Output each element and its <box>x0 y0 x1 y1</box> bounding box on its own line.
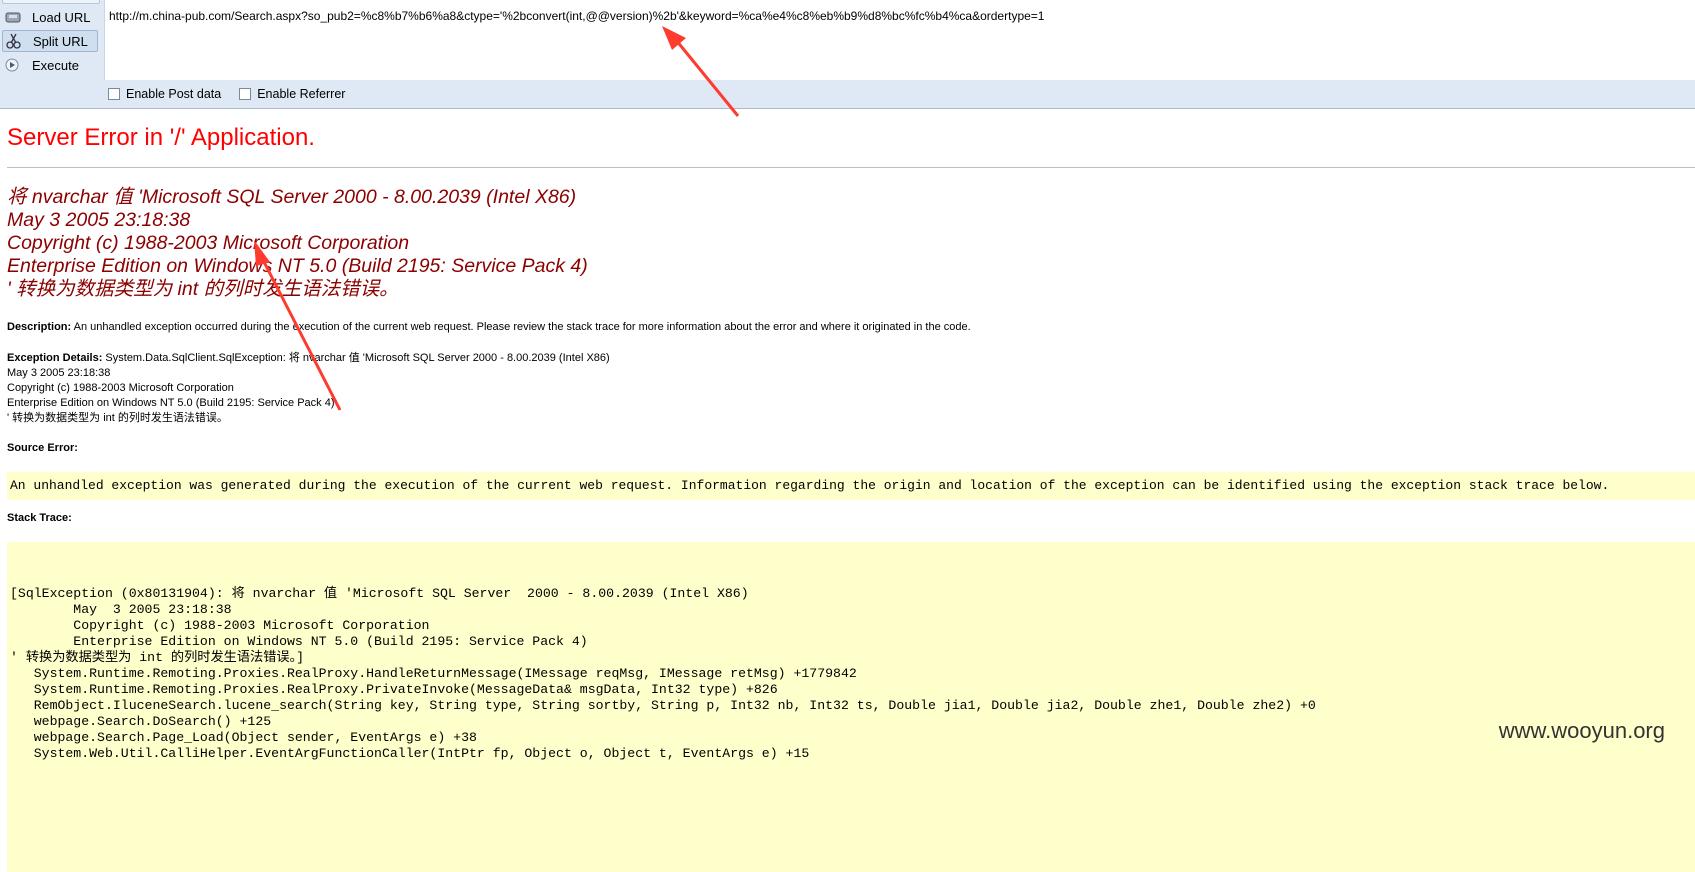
enable-post-label: Enable Post data <box>126 87 222 101</box>
description-label: Description: <box>7 321 72 333</box>
exception-line: May 3 2005 23:18:38 <box>7 367 111 379</box>
watermark: www.wooyun.org <box>1494 718 1669 744</box>
exception-line: System.Data.SqlClient.SqlException: 将 nv… <box>105 352 610 364</box>
stack-line: RemObject.IluceneSearch.lucene_search(St… <box>10 698 1316 713</box>
error-line: ' 转换为数据类型为 int 的列时发生语法错误。 <box>7 278 399 300</box>
stack-line: May 3 2005 23:18:38 <box>10 602 232 617</box>
execute-label: Execute <box>32 57 79 73</box>
hackbar-toolbar: Load URL Split URL Execute http://m.chin… <box>0 0 1695 108</box>
stack-line: Enterprise Edition on Windows NT 5.0 (Bu… <box>10 634 588 649</box>
error-line: May 3 2005 23:18:38 <box>7 209 191 231</box>
error-message: 将 nvarchar 值 'Microsoft SQL Server 2000 … <box>7 186 588 301</box>
split-url-button[interactable]: Split URL <box>2 30 98 52</box>
play-icon <box>4 57 22 73</box>
enable-post-checkbox[interactable] <box>108 88 120 100</box>
stack-line: Copyright (c) 1988-2003 Microsoft Corpor… <box>10 618 430 633</box>
error-line: Copyright (c) 1988-2003 Microsoft Corpor… <box>7 232 410 254</box>
toolbar-cut-button[interactable] <box>2 0 100 4</box>
enable-post-option[interactable]: Enable Post data <box>108 87 221 101</box>
source-error-box: An unhandled exception was generated dur… <box>7 472 1695 500</box>
exception-line: Enterprise Edition on Windows NT 5.0 (Bu… <box>7 397 335 409</box>
stack-trace-heading: Stack Trace: <box>7 511 72 526</box>
exception-line: ' 转换为数据类型为 int 的列时发生语法错误。 <box>7 412 228 424</box>
url-textarea[interactable]: http://m.china-pub.com/Search.aspx?so_pu… <box>104 0 1695 80</box>
toolbar-divider <box>0 108 1695 109</box>
stack-line: System.Runtime.Remoting.Proxies.RealProx… <box>10 666 857 681</box>
options-bar: Enable Post data Enable Referrer <box>104 80 1695 108</box>
load-url-label: Load URL <box>32 9 91 25</box>
exception-label: Exception Details: <box>7 352 103 364</box>
enable-referrer-option[interactable]: Enable Referrer <box>239 87 345 101</box>
source-error-label: Source Error: <box>7 442 78 454</box>
error-line: 将 nvarchar 值 'Microsoft SQL Server 2000 … <box>7 186 577 208</box>
stack-trace-box: [SqlException (0x80131904): 将 nvarchar 值… <box>7 542 1695 872</box>
load-url-button[interactable]: Load URL <box>2 6 98 28</box>
stack-trace-label: Stack Trace: <box>7 512 72 524</box>
title-divider <box>7 167 1695 168</box>
exception-line: Copyright (c) 1988-2003 Microsoft Corpor… <box>7 382 234 394</box>
enable-referrer-label: Enable Referrer <box>257 87 346 101</box>
error-line: Enterprise Edition on Windows NT 5.0 (Bu… <box>7 255 588 277</box>
page-title: Server Error in '/' Application. <box>7 124 315 151</box>
stack-line: webpage.Search.DoSearch() +125 <box>10 714 272 729</box>
description-text: An unhandled exception occurred during t… <box>73 321 971 333</box>
stack-line: System.Web.Util.CalliHelper.EventArgFunc… <box>10 746 810 761</box>
execute-button[interactable]: Execute <box>2 54 98 76</box>
toolbar-side-panel: Load URL Split URL Execute <box>0 0 104 108</box>
source-error-heading: Source Error: <box>7 441 78 456</box>
load-url-icon <box>4 9 22 25</box>
exception-details: Exception Details: System.Data.SqlClient… <box>7 351 610 426</box>
enable-referrer-checkbox[interactable] <box>239 88 252 100</box>
stack-line: ' 转换为数据类型为 int 的列时发生语法错误。] <box>10 650 305 665</box>
scissors-icon <box>5 33 23 49</box>
stack-line: System.Runtime.Remoting.Proxies.RealProx… <box>10 682 778 697</box>
stack-line: [SqlException (0x80131904): 将 nvarchar 值… <box>10 586 749 601</box>
stack-line: webpage.Search.Page_Load(Object sender, … <box>10 730 477 745</box>
description: Description: An unhandled exception occu… <box>7 320 971 335</box>
split-url-label: Split URL <box>33 33 88 49</box>
